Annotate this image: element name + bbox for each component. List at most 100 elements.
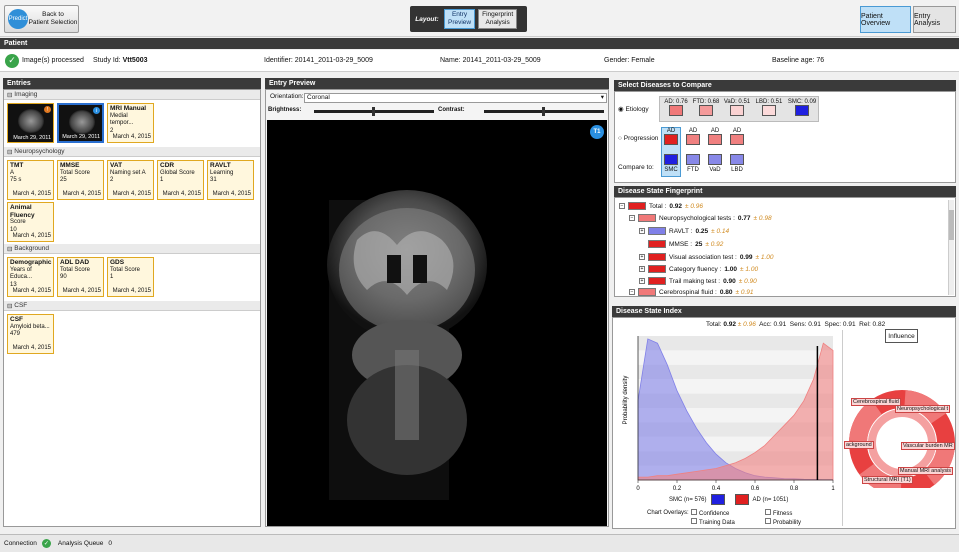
y-axis-label: Probability density xyxy=(623,376,629,425)
dsi-header: Disease State Index xyxy=(612,306,956,317)
influence-button[interactable]: Influence xyxy=(885,329,918,343)
study-id: Vtt5003 xyxy=(122,57,148,64)
etiology-lbd[interactable]: LBD: 0.51 xyxy=(754,99,784,121)
tree-row-csf[interactable]: − Cerebrospinal fluid : 0.80 ± 0.91 xyxy=(629,288,754,296)
tree-row-trail-making[interactable]: + Trail making test : 0.90 ± 0.90 xyxy=(639,277,757,285)
brain-scan-image xyxy=(327,190,487,500)
layout-switcher: Layout: Entry Preview Fingerprint Analysis xyxy=(410,6,527,32)
mri-manual-tile[interactable]: MRI Manual Medial tempor... 2 March 4, 2015 xyxy=(107,103,154,143)
swatch-vad xyxy=(730,105,744,116)
group-csf[interactable]: ⊟ CSF xyxy=(4,301,260,311)
top-toolbar: Predict Back to Patient Selection Layout:… xyxy=(0,0,959,37)
analysis-queue-count: 0 xyxy=(108,540,113,547)
orientation-select[interactable]: Coronal ▾ xyxy=(304,93,607,103)
ring-label-manual-mri: Manual MRI analysis xyxy=(898,467,954,475)
dsi-panel: Total: 0.92 ± 0.96 Acc: 0.91 Sens: 0.91 … xyxy=(612,317,956,529)
back-to-patient-selection-button[interactable]: Predict Back to Patient Selection xyxy=(4,5,79,33)
tree-row-neuropsych[interactable]: − Neuropsychological tests : 0.77 ± 0.98 xyxy=(629,214,772,222)
dsi-density-chart: Probability density 0 0.2 0.4 0.6 0.8 1 xyxy=(623,336,835,492)
etiology-vad[interactable]: VaD: 0.51 xyxy=(722,99,752,121)
brightness-slider[interactable] xyxy=(314,107,434,116)
etiology-group: AD: 0.76 FTD: 0.68 VaD: 0.51 LBD: 0.51 S… xyxy=(659,96,819,122)
x-tick-label: 0.6 xyxy=(751,486,760,492)
connection-label: Connection xyxy=(4,540,37,547)
swatch-lbd xyxy=(762,105,776,116)
dsi-legend: SMC (n= 576) AD (n= 1051) xyxy=(669,494,788,505)
swatch-smc xyxy=(795,105,809,116)
patient-overview-button[interactable]: Patient Overview xyxy=(860,6,911,33)
overlay-confidence[interactable]: Confidence xyxy=(691,509,729,517)
check-icon: ✓ xyxy=(5,53,19,68)
tile-cdr[interactable]: CDR Global Score 1 March 4, 2015 xyxy=(157,160,204,200)
app-logo-icon: Predict xyxy=(8,9,28,29)
grid-band xyxy=(638,350,833,365)
x-tick-label: 0.2 xyxy=(673,486,682,492)
contrast-slider[interactable] xyxy=(484,107,604,116)
etiology-ftd[interactable]: FTD: 0.68 xyxy=(692,99,720,121)
entries-panel: ⊟ Imaging ! March 29, 2011 i March 29, 201… xyxy=(3,89,261,527)
tree-row-vat[interactable]: + Visual association test : 0.99 ± 1.00 xyxy=(639,253,774,261)
patient-header: Patient xyxy=(0,38,959,49)
tile-vat[interactable]: VAT Naming set A 2 March 4, 2015 xyxy=(107,160,154,200)
group-neuropsychology[interactable]: ⊟ Neuropsychology xyxy=(4,147,260,157)
chevron-down-icon: ▾ xyxy=(600,94,604,101)
tile-demographic[interactable]: Demographic Years of Educa... 13 March 4, 2… xyxy=(7,257,54,297)
x-tick-label: 0 xyxy=(636,486,640,492)
tree-row-total[interactable]: − Total : 0.92 ± 0.96 xyxy=(619,202,703,210)
x-tick-label: 0.4 xyxy=(712,486,721,492)
compare-to-label: Compare to: xyxy=(618,164,654,171)
entry-analysis-button[interactable]: Entry Analysis xyxy=(913,6,956,33)
group-background[interactable]: ⊟ Background xyxy=(4,244,260,254)
layout-label: Layout: xyxy=(415,15,439,23)
overlay-probability[interactable]: Probability xyxy=(765,518,801,526)
tile-mmse[interactable]: MMSE Total Score 25 March 4, 2015 xyxy=(57,160,104,200)
tile-csf[interactable]: CSF Amyloid beta... 479 March 4, 2015 xyxy=(7,314,54,354)
ring-label-neuropsych: Neuropsychological t xyxy=(895,405,951,413)
tree-row-category-fluency[interactable]: + Category fluency : 1.00 ± 1.00 xyxy=(639,265,758,273)
t1-badge[interactable]: T1 xyxy=(590,125,604,139)
group-imaging[interactable]: ⊟ Imaging xyxy=(4,90,260,100)
select-diseases-header: Select Diseases to Compare xyxy=(614,80,956,91)
processed-status: Image(s) processed xyxy=(22,57,84,64)
entry-preview-header: Entry Preview xyxy=(265,78,609,89)
analysis-queue-label: Analysis Queue xyxy=(57,540,104,547)
layout-fingerprint-analysis-button[interactable]: Fingerprint Analysis xyxy=(478,9,518,29)
connection-ok-icon: ✓ xyxy=(41,539,51,548)
etiology-smc[interactable]: SMC: 0.09 xyxy=(786,99,818,121)
fingerprint-header: Disease State Fingerprint xyxy=(614,186,956,197)
tile-ravlt[interactable]: RAVLT Learning 31 March 4, 2015 xyxy=(207,160,254,200)
mri-thumbnail-2[interactable]: i March 29, 2011 xyxy=(57,103,104,143)
entries-header: Entries xyxy=(3,78,261,89)
age-value: 76 xyxy=(816,57,825,64)
ring-label-vascular: Vascular burden MR xyxy=(901,442,955,450)
progression-grid: AD AD AD AD SMC FTD VaD LBD xyxy=(661,127,749,179)
name-value: 20141_2011-03-29_5009 xyxy=(462,57,541,64)
swatch-ftd xyxy=(699,105,713,116)
patient-info-row: ✓ Image(s) processed Study Id: Vtt5003 I… xyxy=(0,50,959,72)
gender-value: Female xyxy=(631,57,655,64)
etiology-ad[interactable]: AD: 0.76 xyxy=(662,99,690,121)
ring-label-csf: Cerebrospinal fluid xyxy=(851,398,901,406)
swatch-ad xyxy=(669,105,683,116)
fingerprint-scrollbar[interactable] xyxy=(948,200,954,295)
tile-adl-dad[interactable]: ADL DAD Total Score 90 March 4, 2015 xyxy=(57,257,104,297)
tile-animal-fluency[interactable]: Animal Fluency Score 10 March 4, 2015 xyxy=(7,202,54,242)
overlay-fitness[interactable]: Fitness xyxy=(765,509,792,517)
status-bar: Connection ✓ Analysis Queue 0 xyxy=(0,534,959,552)
layout-entry-preview-button[interactable]: Entry Preview xyxy=(444,9,476,29)
x-tick-label: 0.8 xyxy=(790,486,799,492)
progression-radio[interactable]: ○ Progression xyxy=(618,135,658,142)
ring-label-structural-mri: Structural MRI (T1) xyxy=(862,476,913,484)
identifier-value: 20141_2011-03-29_5009 xyxy=(294,57,373,64)
tile-gds[interactable]: GDS Total Score 1 March 4, 2015 xyxy=(107,257,154,297)
etiology-radio[interactable]: ◉ Etiology xyxy=(618,105,649,113)
tree-row-mmse[interactable]: MMSE : 25 ± 0.92 xyxy=(648,240,723,248)
tree-row-ravlt[interactable]: + RAVLT : 0.25 ± 0.14 xyxy=(639,227,729,235)
mri-image-view[interactable]: T1 xyxy=(267,120,607,526)
dsi-stats: Total: 0.92 ± 0.96 Acc: 0.91 Sens: 0.91 … xyxy=(706,321,886,328)
grid-band xyxy=(638,336,833,351)
overlay-training-data[interactable]: Training Data xyxy=(691,518,735,526)
tile-tmt[interactable]: TMT A 75 s March 4, 2015 xyxy=(7,160,54,200)
mri-thumbnail-1[interactable]: ! March 29, 2011 xyxy=(7,103,54,143)
entry-preview-panel: Orientation: Coronal ▾ Brightness: Contra… xyxy=(265,89,609,527)
